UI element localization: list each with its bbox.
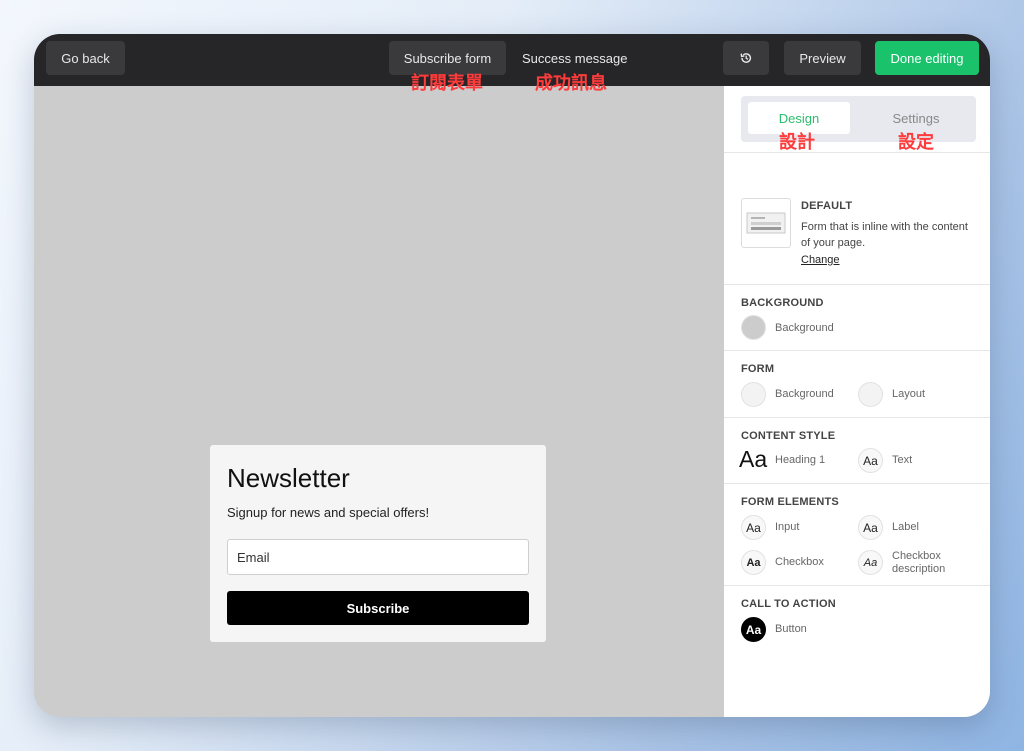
form-elements-section-title: FORM ELEMENTS [741, 496, 839, 508]
divider [724, 483, 990, 484]
checkbox-description-line2: description [892, 563, 946, 575]
preview-button[interactable]: Preview [784, 41, 861, 75]
newsletter-title: Newsletter [227, 463, 350, 493]
form-preview-canvas: Newsletter Signup for news and special o… [34, 86, 724, 717]
annotation-settings: 設定 [898, 132, 934, 153]
go-back-button[interactable]: Go back [46, 41, 125, 75]
divider [724, 152, 990, 153]
text-style-chip[interactable]: Aa [858, 448, 883, 473]
divider [724, 417, 990, 418]
form-section-title: FORM [741, 363, 775, 375]
top-toolbar: Go back Subscribe form Success message P… [34, 34, 990, 86]
history-button[interactable] [723, 41, 769, 75]
heading-1-label: Heading 1 [775, 454, 826, 466]
history-icon [740, 53, 752, 63]
design-settings-tabs: Design Settings [741, 96, 976, 142]
heading-style-glyph[interactable]: Aa [739, 446, 769, 476]
annotation-design: 設計 [779, 132, 815, 153]
default-title: DEFAULT [801, 200, 853, 212]
label-style-chip[interactable]: Aa [858, 515, 883, 540]
annotation-success-message: 成功訊息 [535, 73, 607, 94]
input-label: Input [775, 521, 800, 533]
label-label: Label [892, 521, 919, 533]
form-background-swatch[interactable] [741, 382, 766, 407]
checkbox-description-label: Checkbox description [892, 550, 945, 576]
newsletter-form[interactable]: Newsletter Signup for news and special o… [210, 445, 546, 642]
design-sidebar: Design Settings DEFAULT Form that is inl… [724, 86, 990, 717]
cta-section-title: CALL TO ACTION [741, 598, 836, 610]
newsletter-subtitle: Signup for news and special offers! [227, 505, 430, 520]
background-label: Background [775, 322, 834, 334]
checkbox-label: Checkbox [775, 556, 824, 568]
default-desc-line2: of your page. [801, 237, 866, 249]
checkbox-description-line1: Checkbox [892, 550, 941, 562]
email-input[interactable]: Email [227, 539, 529, 575]
subscribe-button[interactable]: Subscribe [227, 591, 529, 625]
checkbox-description-style-chip[interactable]: Aa [858, 550, 883, 575]
content-style-section-title: CONTENT STYLE [741, 430, 836, 442]
checkbox-style-chip[interactable]: Aa [741, 550, 766, 575]
form-layout-swatch[interactable] [858, 382, 883, 407]
divider [724, 284, 990, 285]
form-layout-thumbnail [741, 198, 791, 248]
button-style-chip[interactable]: Aa [741, 617, 766, 642]
default-description: Form that is inline with the content of … [801, 219, 968, 251]
divider [724, 350, 990, 351]
form-background-label: Background [775, 388, 834, 400]
editor-window: Go back Subscribe form Success message P… [34, 34, 990, 717]
text-label: Text [892, 454, 913, 466]
change-link[interactable]: Change [801, 254, 840, 267]
background-color-swatch[interactable] [741, 315, 766, 340]
done-editing-button[interactable]: Done editing [875, 41, 979, 75]
annotation-subscribe-form: 訂閱表單 [411, 73, 483, 94]
form-layout-label: Layout [892, 388, 926, 400]
divider [724, 585, 990, 586]
default-desc-line1: Form that is inline with the content [801, 221, 968, 233]
background-section-title: BACKGROUND [741, 297, 824, 309]
button-label: Button [775, 623, 807, 635]
input-style-chip[interactable]: Aa [741, 515, 766, 540]
